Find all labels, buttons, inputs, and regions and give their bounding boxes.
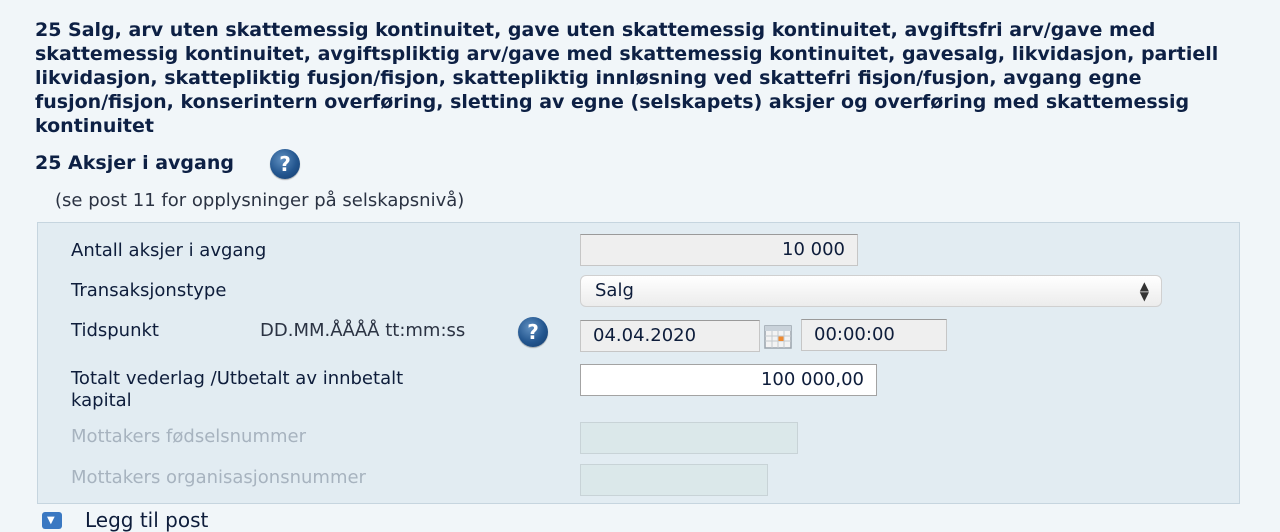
transaction-type-value: Salg [595,280,634,301]
time-field[interactable]: 00:00:00 [801,319,947,351]
recipient-ssn-label: Mottakers fødselsnummer [71,426,307,447]
date-field[interactable]: 04.04.2020 [580,320,760,352]
recipient-org-field [580,464,768,496]
add-post-link[interactable]: Legg til post [85,508,208,532]
time-label: Tidspunkt [71,320,159,341]
help-icon[interactable]: ? [518,317,548,347]
time-format-hint: DD.MM.ÅÅÅÅ tt:mm:ss [260,320,466,341]
add-post-icon[interactable]: ▼ [42,512,62,529]
calendar-icon[interactable] [762,320,794,352]
transaction-type-label: Transaksjonstype [71,280,227,301]
shares-label: Antall aksjer i avgang [71,240,267,261]
select-arrows-icon: ▲ ▼ [1139,279,1149,303]
consideration-label-line1: Totalt vederlag /Utbetalt av innbetalt [71,368,404,389]
transaction-type-select[interactable]: Salg ▲ ▼ [580,275,1162,307]
section-note: (se post 11 for opplysninger på selskaps… [55,190,465,211]
shares-field[interactable]: 10 000 [580,234,858,266]
recipient-org-label: Mottakers organisasjonsnummer [71,467,366,488]
section-title: 25 Salg, arv uten skattemessig kontinuit… [35,19,1219,137]
consideration-field[interactable]: 100 000,00 [580,364,877,396]
recipient-ssn-field [580,422,798,454]
consideration-label-line2: kapital [71,390,132,411]
help-icon[interactable]: ? [270,149,300,179]
subsection-title: 25 Aksjer i avgang [35,152,234,174]
